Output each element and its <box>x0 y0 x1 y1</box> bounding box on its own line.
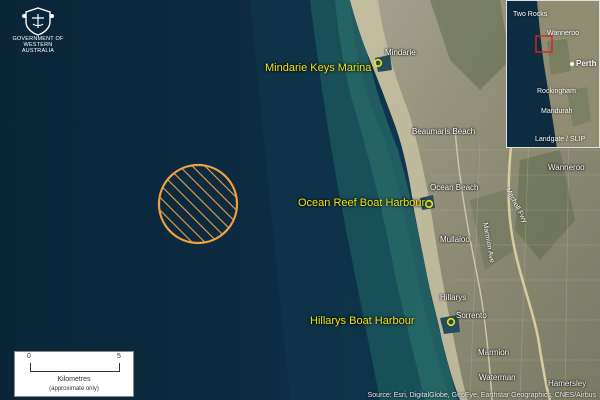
suburb-label-mindarie: Mindarie <box>385 48 416 57</box>
suburb-label-hamersley: Hamersley <box>548 379 587 388</box>
suburb-label-beaumaris-beach: Beaumaris Beach <box>412 127 476 136</box>
suburb-label-wanneroo: Wanneroo <box>548 163 585 172</box>
marina-label-mindarie: Mindarie Keys Marina <box>265 62 372 74</box>
map-attribution: Source: Esri, DigitalGlobe, GeoEye, Eart… <box>367 392 596 399</box>
wa-government-logo: GOVERNMENT OF WESTERN AUSTRALIA <box>10 6 66 54</box>
suburb-label-mullaloo: Mullaloo <box>440 235 470 244</box>
inset-label-two-rocks: Two Rocks <box>513 11 548 18</box>
logo-line-2: WESTERN AUSTRALIA <box>21 42 55 54</box>
inset-map-graphic <box>507 1 599 147</box>
hatched-zone <box>157 163 239 245</box>
suburb-label-hillarys: Hillarys <box>440 293 467 302</box>
marina-label-ocean-reef: Ocean Reef Boat Harbour <box>298 197 426 209</box>
suburb-label-marmion: Marmion <box>478 348 510 357</box>
suburb-label-sorrento: Sorrento <box>456 311 487 320</box>
suburb-label-waterman: Waterman <box>479 373 516 382</box>
inset-locator-map: Two Rocks Wanneroo Perth Rockingham Mand… <box>506 0 600 148</box>
scale-unit: Kilometres <box>57 376 91 383</box>
inset-label-perth: Perth <box>576 59 597 68</box>
marina-basin <box>375 55 392 72</box>
suburb-label-ocean-beach: Ocean Beach <box>430 183 479 192</box>
scale-end-label: 5 <box>117 353 121 360</box>
scale-start-label: 0 <box>27 353 31 360</box>
inset-label-wanneroo: Wanneroo <box>547 30 580 37</box>
inset-label-mandurah: Mandurah <box>541 108 573 115</box>
scale-bar-graphic <box>30 363 120 372</box>
scale-note: (approximate only) <box>49 386 99 392</box>
scale-bar: 0 5 Kilometres (approximate only) <box>14 351 134 397</box>
inset-label-landgate: Landgate / SLIP <box>535 136 586 143</box>
inset-label-rockingham: Rockingham <box>537 88 576 95</box>
marina-label-hillarys: Hillarys Boat Harbour <box>310 315 415 327</box>
crest-icon <box>22 7 54 36</box>
